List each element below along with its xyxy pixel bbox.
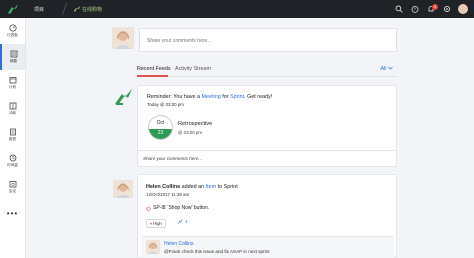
sidebar-item-meeting[interactable]: 会议	[0, 174, 25, 200]
reminder-prefix: Reminder: You have a	[147, 94, 202, 100]
activity-time: 12/Oct/2017 11:38 am	[146, 192, 190, 197]
sprint-link[interactable]: Sprint	[230, 94, 244, 100]
points-icon	[178, 219, 183, 224]
sidebar-more[interactable]: •••	[0, 200, 25, 226]
sidebar-item-reports[interactable]: 报表	[0, 122, 25, 148]
bell-icon[interactable]: 3	[424, 3, 438, 16]
active-tab-indicator	[137, 75, 168, 77]
item-link[interactable]: Item	[206, 184, 216, 190]
top-bar: 项目 在线购物 3	[0, 0, 474, 18]
board-breadcrumb[interactable]: 在线购物	[74, 6, 102, 13]
meeting-link[interactable]: Meeting	[202, 94, 221, 100]
points-value: 1	[185, 219, 188, 224]
activity-title: Helen Collins added an Item to Sprint	[146, 184, 238, 190]
sidebar-item-label: 冲刺	[8, 111, 17, 115]
tab-activity-stream[interactable]: Activity Stream	[175, 66, 211, 72]
activity-card: Helen Collins added an Item to Sprint 12…	[137, 174, 397, 258]
event-name: Retrospective	[178, 121, 213, 127]
meeting-icon	[9, 181, 16, 188]
sidebar-item-dashboard[interactable]: 仪表板	[0, 18, 25, 44]
nested-author[interactable]: Helen Collins	[164, 241, 193, 247]
sidebar: 仪表板 摘要 计划 冲刺 报表 时间量 会议 •••	[0, 18, 26, 258]
sidebar-item-label: 会议	[8, 189, 17, 193]
more-icon: •••	[6, 208, 19, 218]
time-icon	[9, 154, 16, 162]
breadcrumb-divider	[61, 3, 68, 15]
reminder-suffix: . Get ready!	[244, 94, 273, 100]
sidebar-item-label: 计划	[8, 85, 17, 89]
board-label: 在线购物	[82, 6, 103, 13]
activity-verb: added an	[180, 184, 206, 190]
item-id: SP-I8	[153, 205, 166, 211]
feed-filter-dropdown[interactable]: All	[381, 66, 394, 72]
event-time: @ 03:00 pm	[178, 130, 202, 135]
reminder-time: Today @ 03:00 pm	[147, 102, 184, 107]
topbar-actions: 3	[389, 2, 468, 16]
sidebar-item-label: 报表	[8, 137, 17, 141]
feed-filter-label: All	[380, 66, 387, 72]
event-date: Oct 23	[148, 115, 173, 140]
reminder-title: Reminder: You have a Meeting for Sprint.…	[147, 94, 272, 100]
settings-icon[interactable]	[440, 3, 453, 16]
priority-arrow-icon: ▾	[150, 221, 153, 226]
feed-icon	[10, 50, 17, 58]
priority-tag[interactable]: ▾ High	[146, 219, 166, 228]
bug-icon	[146, 206, 151, 211]
plan-icon	[9, 77, 16, 84]
activity-item[interactable]: SP-I8 'Shop Now' button.	[146, 205, 209, 211]
dashboard-icon	[8, 24, 17, 32]
chevron-down-icon	[388, 66, 393, 70]
event-month: Oct	[156, 120, 165, 126]
priority-label: High	[153, 221, 162, 226]
search-icon[interactable]	[392, 3, 405, 16]
user-avatar[interactable]	[458, 4, 468, 14]
timer-icon[interactable]	[408, 3, 421, 16]
nested-text: @Frank check this issue and fix ASAP in …	[164, 249, 270, 254]
comment-composer: Share your comments here...	[112, 27, 397, 54]
reminder-bell-icon	[113, 88, 133, 111]
item-title: 'Shop Now' button.	[167, 205, 210, 211]
sidebar-item-label: 时间量	[7, 163, 18, 167]
sidebar-item-plan[interactable]: 计划	[0, 70, 25, 96]
helen-avatar	[113, 180, 133, 198]
activity-person[interactable]: Helen Collins	[146, 184, 180, 190]
event-day: 23	[149, 129, 172, 139]
notification-badge: 3	[432, 3, 438, 10]
app-logo[interactable]	[0, 0, 26, 18]
sidebar-item-sprint[interactable]: 冲刺	[0, 96, 25, 122]
reports-icon	[9, 128, 16, 136]
project-menu[interactable]: 项目	[34, 6, 44, 13]
nested-avatar	[146, 240, 160, 254]
board-icon	[74, 6, 81, 12]
sidebar-item-feed[interactable]: 摘要	[0, 44, 25, 70]
feed-tabs: Recent Feeds Activity Stream All	[137, 63, 397, 77]
reminder-comment-input[interactable]: Share your comments here...	[138, 150, 396, 166]
sidebar-item-time[interactable]: 时间量	[0, 148, 25, 174]
tab-recent-feeds[interactable]: Recent Feeds	[137, 66, 171, 72]
story-points[interactable]: 1	[178, 219, 188, 224]
sidebar-item-label: 摘要	[9, 59, 18, 63]
reminder-card: Reminder: You have a Meeting for Sprint.…	[115, 85, 397, 167]
sidebar-item-label: 仪表板	[7, 33, 18, 37]
activity-target: to Sprint	[216, 184, 238, 190]
current-user-avatar	[112, 27, 134, 49]
sprint-icon	[9, 102, 16, 110]
nested-comment: Helen Collins @Frank check this issue an…	[142, 236, 394, 258]
comment-input[interactable]: Share your comments here...	[139, 28, 397, 52]
reminder-for: for	[220, 94, 231, 100]
